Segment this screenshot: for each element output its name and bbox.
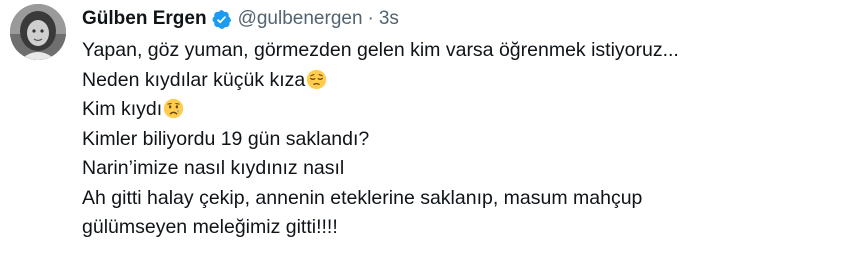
separator-dot: · [367, 8, 374, 29]
timestamp[interactable]: 3s [379, 8, 399, 30]
author-handle[interactable]: @gulbenergen [238, 8, 363, 30]
tweet-line: gülümseyen meleğimiz gitti!!!! [82, 216, 338, 238]
tweet-line: Kim kıydı [82, 95, 840, 125]
author-name[interactable]: Gülben Ergen [82, 8, 207, 30]
pensive-face-icon [306, 69, 327, 90]
tweet-header: Gülben Ergen @gulbenergen · 3s [82, 4, 840, 34]
tweet-text: Yapan, göz yuman, görmezden gelen kim va… [82, 36, 840, 243]
tweet-line: Kimler biliyordu 19 gün saklandı? [82, 127, 370, 150]
tweet-line: Yapan, göz yuman, görmezden gelen kim va… [82, 39, 679, 61]
crying-face-icon [163, 98, 184, 119]
tweet-line: Ah gitti halay çekip, annenin eteklerine… [82, 186, 643, 209]
tweet-line: Neden kıydılar küçük kıza [82, 66, 840, 96]
tweet-line: Narin’imize nasıl kıydınız nasıl [82, 157, 345, 179]
avatar-photo [10, 4, 66, 60]
avatar[interactable] [10, 4, 66, 60]
tweet[interactable]: Gülben Ergen @gulbenergen · 3s Yapan, gö… [0, 0, 850, 260]
tweet-body: Gülben Ergen @gulbenergen · 3s Yapan, gö… [82, 4, 840, 243]
verified-badge-icon [211, 9, 232, 30]
